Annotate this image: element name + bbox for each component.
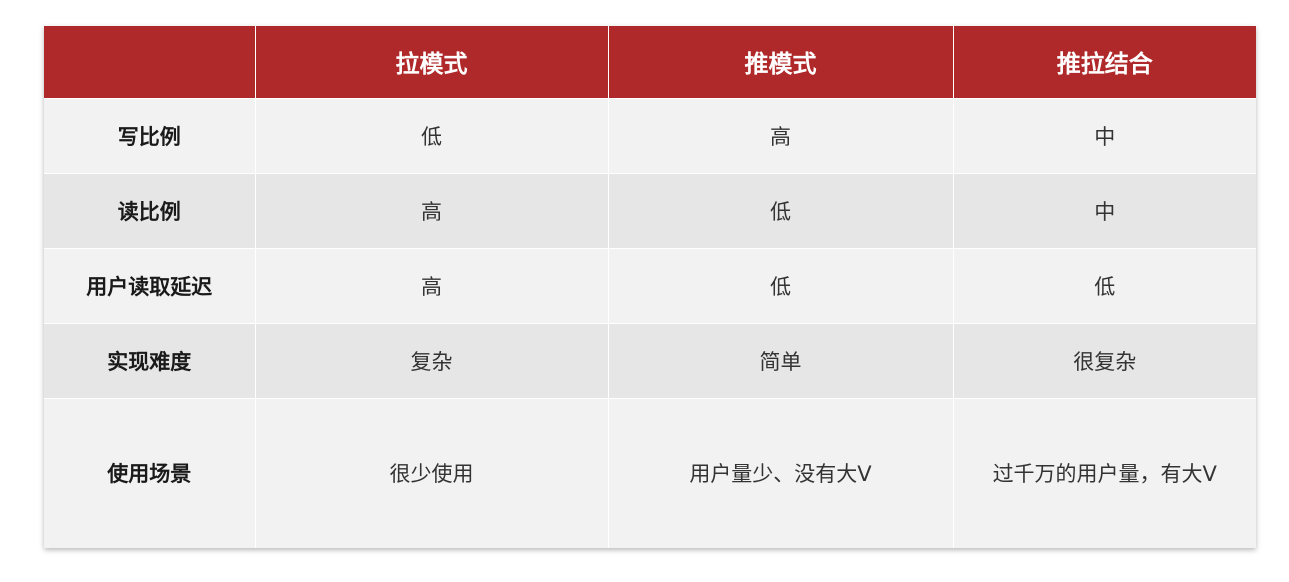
table-cell: 很少使用: [254, 397, 608, 548]
table-cell: 高: [607, 97, 953, 173]
table-cell: 低: [607, 172, 953, 248]
table-cell: 低: [254, 97, 608, 173]
table-cell: 高: [254, 247, 608, 323]
table-cell: 低: [952, 247, 1256, 323]
table-row-difficulty: 实现难度 复杂 简单 很复杂: [44, 322, 1256, 398]
table-row-read-ratio: 读比例 高 低 中: [44, 172, 1256, 248]
header-corner-cell: [44, 26, 255, 98]
row-label: 用户读取延迟: [44, 247, 255, 323]
row-label: 写比例: [44, 97, 255, 173]
table-cell: 简单: [607, 322, 953, 398]
table-cell: 复杂: [254, 322, 608, 398]
row-label: 使用场景: [44, 397, 255, 548]
table-cell: 中: [952, 97, 1256, 173]
row-label: 读比例: [44, 172, 255, 248]
header-pull-mode: 拉模式: [254, 26, 608, 98]
table-header: 拉模式 推模式 推拉结合: [44, 26, 1256, 98]
table-cell: 低: [607, 247, 953, 323]
header-push-mode: 推模式: [607, 26, 953, 98]
header-push-pull-mode: 推拉结合: [952, 26, 1256, 98]
table-body: 写比例 低 高 中 读比例 高 低 中 用户读取延迟 高 低 低 实现难度 复杂…: [44, 97, 1256, 548]
table-row-scenario: 使用场景 很少使用 用户量少、没有大V 过千万的用户量，有大V: [44, 397, 1256, 548]
comparison-table-container: 拉模式 推模式 推拉结合 写比例 低 高 中 读比例 高 低 中 用户读取延迟 …: [44, 26, 1256, 548]
table-row-write-ratio: 写比例 低 高 中: [44, 97, 1256, 173]
comparison-table: 拉模式 推模式 推拉结合 写比例 低 高 中 读比例 高 低 中 用户读取延迟 …: [44, 26, 1256, 548]
header-row: 拉模式 推模式 推拉结合: [44, 26, 1256, 98]
row-label: 实现难度: [44, 322, 255, 398]
table-row-read-latency: 用户读取延迟 高 低 低: [44, 247, 1256, 323]
table-cell: 很复杂: [952, 322, 1256, 398]
table-cell: 用户量少、没有大V: [607, 397, 953, 548]
table-cell: 高: [254, 172, 608, 248]
table-cell: 中: [952, 172, 1256, 248]
table-cell: 过千万的用户量，有大V: [952, 397, 1256, 548]
